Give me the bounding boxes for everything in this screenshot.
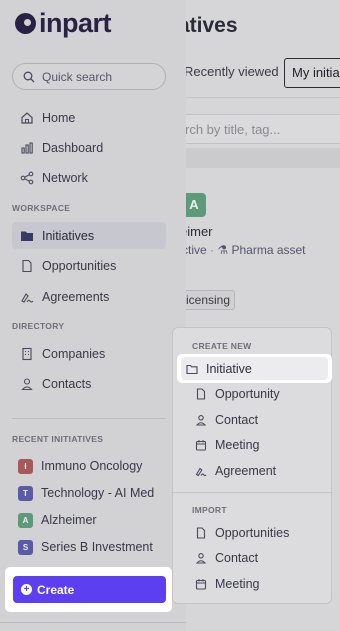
- sidebar-item-label: Contacts: [42, 376, 92, 391]
- chart-icon: [21, 141, 33, 154]
- menu-item-meeting[interactable]: Meeting: [187, 433, 332, 457]
- section-title-workspace: WORKSPACE: [12, 203, 71, 213]
- sidebar-item-label: Opportunities: [42, 258, 117, 273]
- initiative-badge: A: [18, 512, 33, 528]
- initiative-badge: I: [18, 458, 33, 474]
- menu-item-label: Initiative: [206, 361, 252, 376]
- create-button-label: Create: [37, 582, 75, 597]
- calendar-icon: [195, 579, 207, 590]
- menu-item-label: Opportunities: [215, 526, 290, 540]
- search-icon: [23, 71, 35, 82]
- logo-mark-icon: [15, 12, 36, 34]
- menu-item-import-contact[interactable]: Contact: [187, 546, 332, 570]
- sidebar-item-home[interactable]: Home: [12, 104, 166, 131]
- sidebar-item-label: Initiatives: [42, 228, 95, 243]
- create-button-highlight: + Create: [5, 567, 172, 612]
- sidebar-item-network[interactable]: Network: [12, 164, 166, 191]
- logo-text: inpart: [39, 7, 112, 38]
- sidebar-item-label: Agreements: [42, 289, 110, 304]
- table-header: [178, 148, 340, 168]
- sidebar-item-label: Companies: [42, 346, 106, 361]
- home-icon: [21, 111, 33, 124]
- signature-icon: [195, 467, 207, 477]
- quick-search-input[interactable]: Quick search: [12, 63, 166, 90]
- menu-item-import-opportunities[interactable]: Opportunities: [187, 521, 332, 545]
- logo[interactable]: inpart: [15, 7, 112, 38]
- sidebar-item-label: Home: [42, 110, 76, 125]
- recent-initiative-label: Alzheimer: [41, 513, 97, 527]
- sidebar: inpart Quick search Home Dashboard Netwo…: [0, 0, 186, 631]
- menu-item-label: Opportunity: [215, 387, 280, 401]
- person-icon: [195, 553, 207, 564]
- folder-icon: [21, 231, 33, 241]
- menu-item-label: Agreement: [215, 464, 277, 478]
- sidebar-item-label: Network: [42, 170, 88, 185]
- menu-divider: [173, 492, 331, 493]
- recent-initiative-item[interactable]: T Technology - AI Med: [12, 482, 172, 504]
- search-placeholder: rch by title, tag...: [185, 122, 281, 137]
- initiative-badge: T: [18, 485, 33, 501]
- menu-item-label: Contact: [215, 413, 259, 427]
- file-icon: [196, 388, 206, 400]
- recent-initiative-item[interactable]: S Series B Investment: [12, 536, 172, 558]
- calendar-icon: [195, 440, 207, 451]
- menu-item-import-meeting[interactable]: Meeting: [187, 572, 332, 596]
- recent-initiative-label: Immuno Oncology: [41, 459, 143, 473]
- section-title-recent-initiatives: RECENT INITIATIVES: [12, 434, 104, 444]
- create-button[interactable]: + Create: [13, 576, 166, 603]
- file-icon: [22, 259, 32, 272]
- sidebar-item-agreements[interactable]: Agreements: [12, 283, 166, 310]
- divider: [12, 418, 166, 419]
- person-icon: [195, 415, 207, 426]
- person-icon: [21, 377, 33, 390]
- recent-initiative-label: Series B Investment: [41, 540, 153, 554]
- menu-item-highlight: Initiative: [177, 354, 332, 383]
- flask-icon: ⚗: [217, 243, 229, 257]
- tab-recently-viewed[interactable]: Recently viewed: [178, 58, 279, 88]
- initiative-meta: ctive · ⚗ Pharma asset: [182, 243, 306, 257]
- menu-section-import: IMPORT: [192, 505, 227, 515]
- sidebar-item-opportunities[interactable]: Opportunities: [12, 252, 166, 279]
- menu-item-agreement[interactable]: Agreement: [187, 459, 332, 483]
- menu-item-initiative[interactable]: Initiative: [181, 357, 328, 380]
- menu-item-contact[interactable]: Contact: [187, 408, 332, 432]
- plus-icon: +: [21, 584, 32, 595]
- menu-item-label: Meeting: [215, 438, 260, 452]
- sidebar-item-contacts[interactable]: Contacts: [12, 370, 166, 397]
- recent-initiative-label: Technology - AI Med: [41, 486, 155, 500]
- menu-item-opportunity[interactable]: Opportunity: [187, 382, 332, 406]
- initiatives-search-input[interactable]: rch by title, tag...: [178, 114, 340, 144]
- tab-my-initiatives[interactable]: My initia: [284, 58, 340, 88]
- menu-section-create-new: CREATE NEW: [192, 341, 252, 351]
- sidebar-item-label: Dashboard: [42, 140, 104, 155]
- divider: [0, 622, 186, 623]
- sidebar-item-dashboard[interactable]: Dashboard: [12, 134, 166, 161]
- folder-icon: [186, 364, 198, 374]
- recent-initiative-item[interactable]: A Alzheimer: [12, 509, 172, 531]
- initiative-badge: S: [18, 539, 33, 555]
- file-icon: [196, 527, 206, 539]
- section-title-directory: DIRECTORY: [12, 321, 65, 331]
- signature-icon: [21, 292, 34, 303]
- divider: [178, 97, 340, 98]
- page-title: atives: [178, 14, 238, 37]
- sidebar-item-companies[interactable]: Companies: [12, 340, 166, 367]
- recent-initiative-item[interactable]: I Immuno Oncology: [12, 455, 172, 477]
- quick-search-label: Quick search: [42, 69, 113, 84]
- menu-item-label: Meeting: [215, 577, 260, 591]
- share-icon: [20, 171, 34, 184]
- menu-item-label: Contact: [215, 551, 259, 565]
- initiative-type: Pharma asset: [231, 243, 306, 257]
- sidebar-item-initiatives[interactable]: Initiatives: [12, 222, 166, 249]
- tab-bar: Recently viewed My initia: [178, 58, 340, 88]
- building-icon: [22, 347, 32, 360]
